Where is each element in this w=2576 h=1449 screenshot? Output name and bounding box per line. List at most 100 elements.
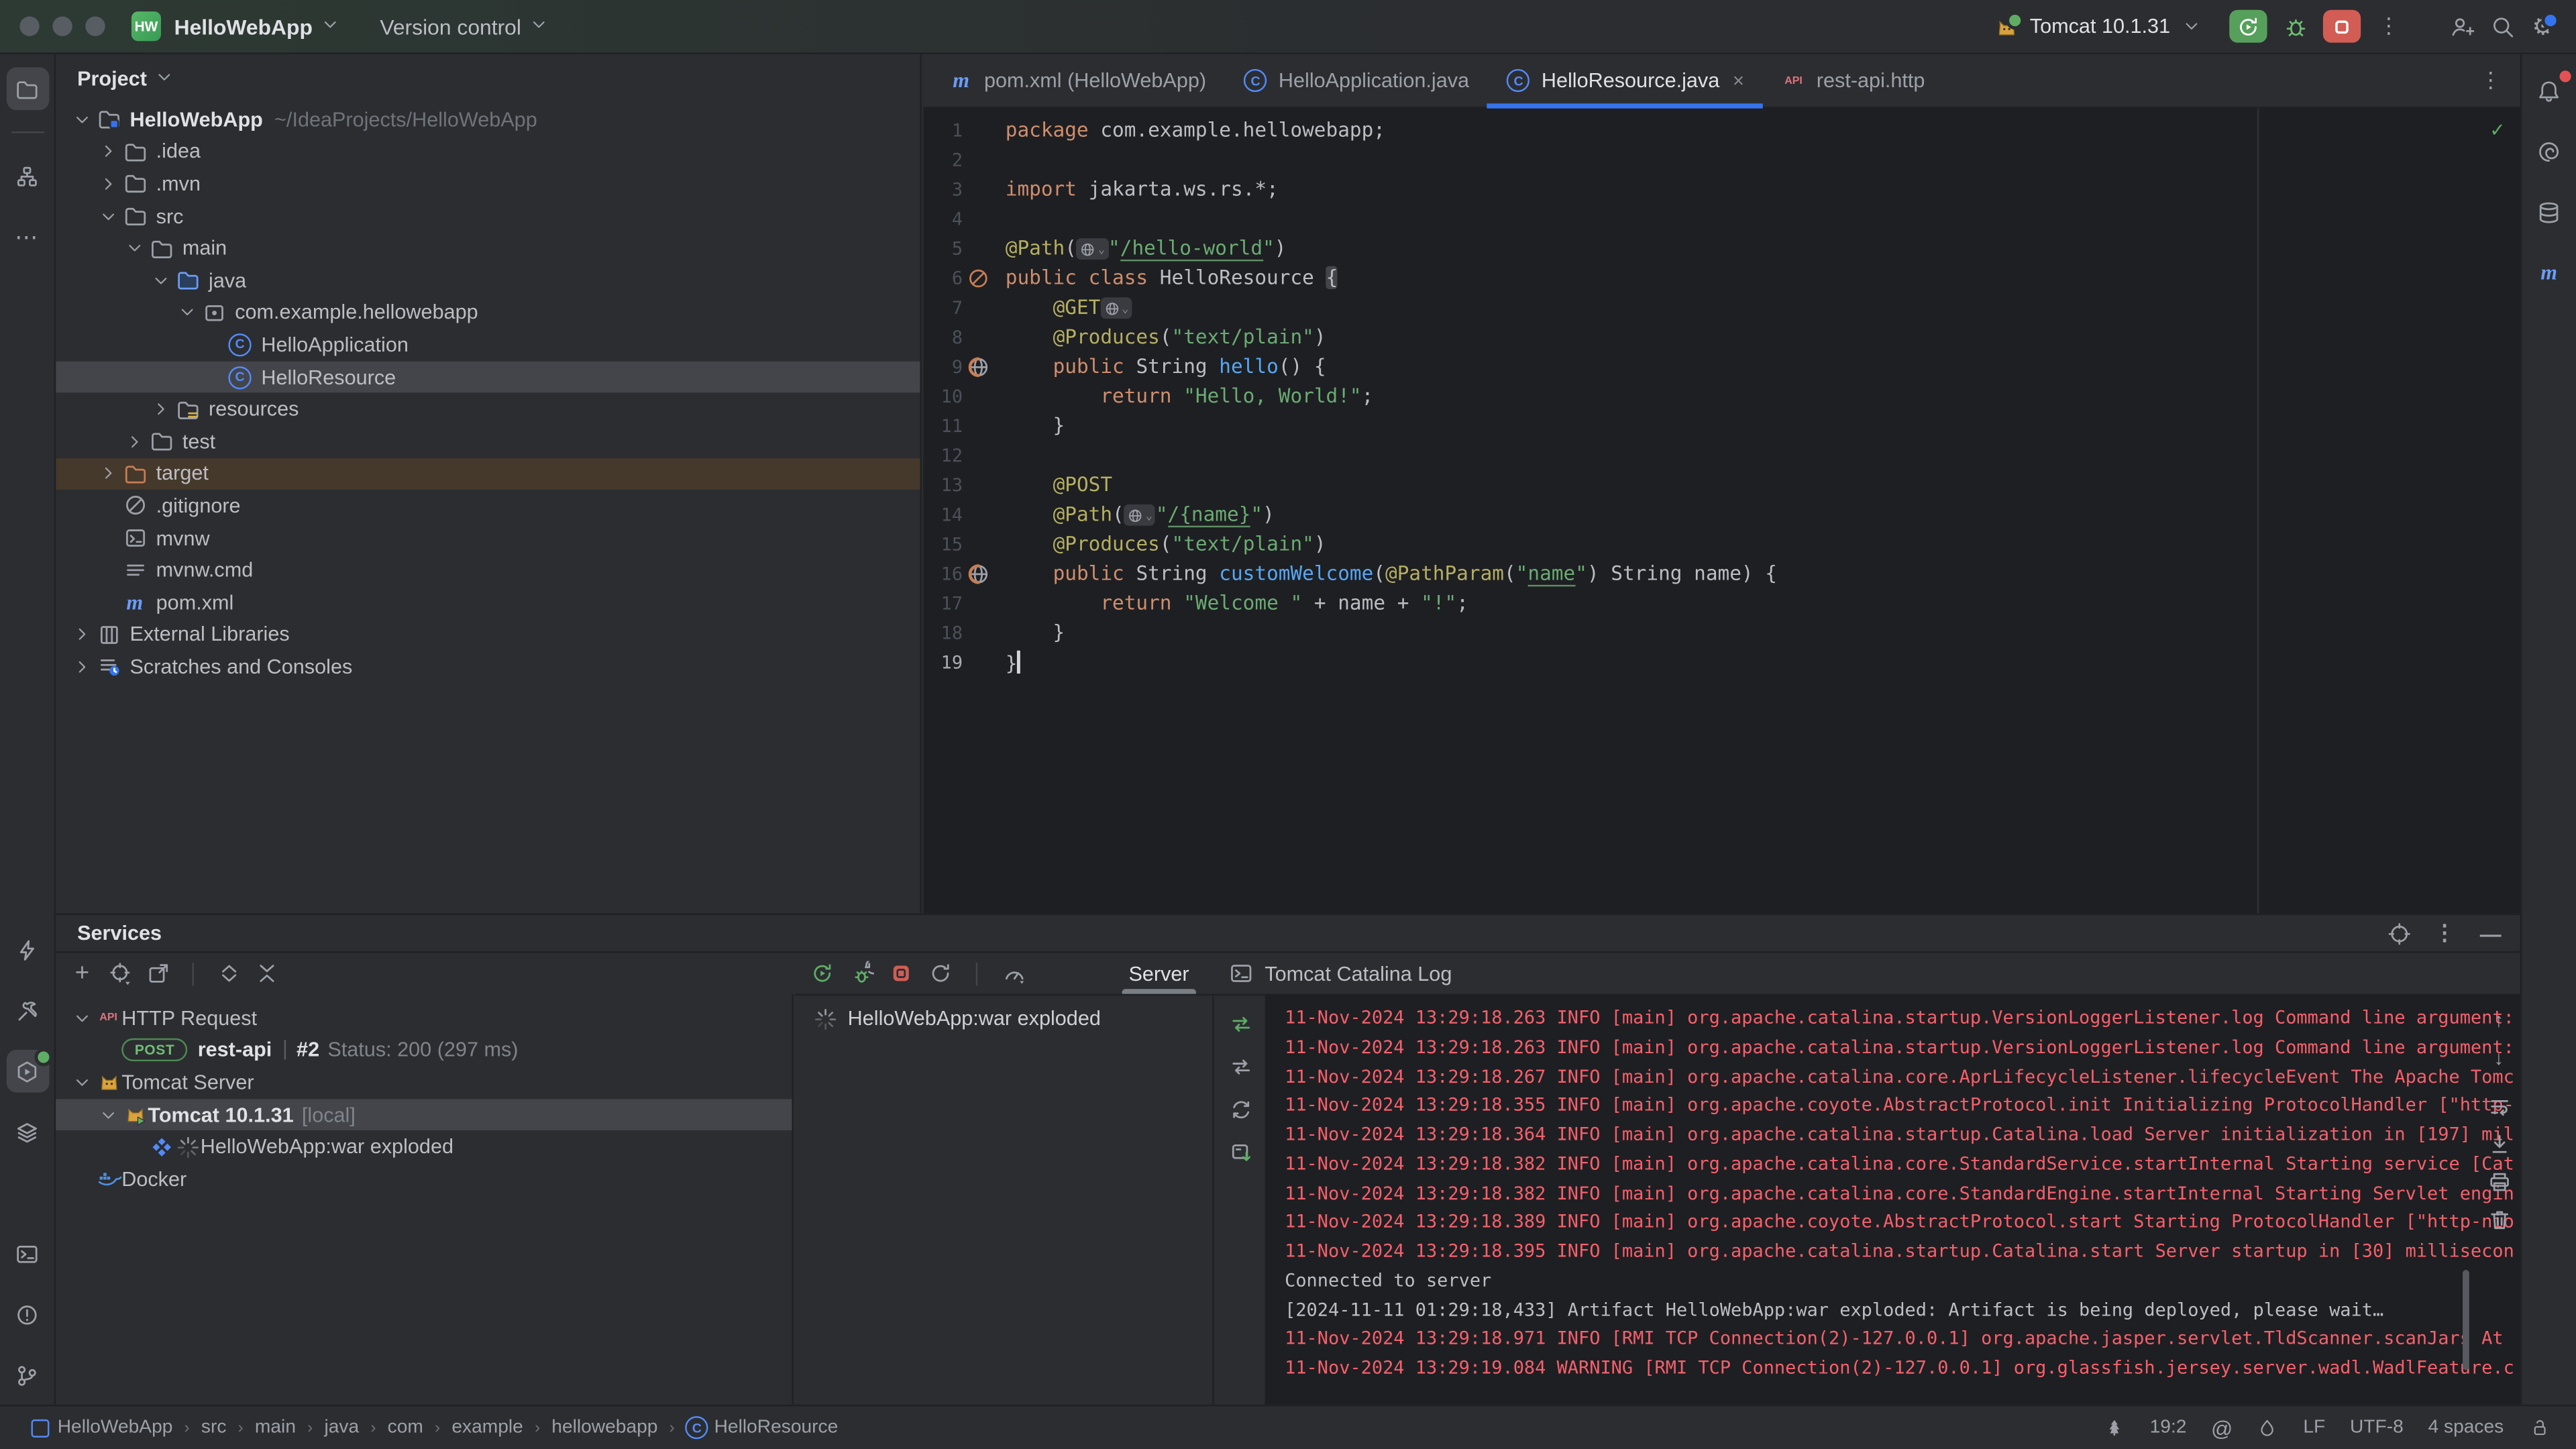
code-line-16[interactable]: 16 public String customWelcome(@PathPara… bbox=[923, 559, 2520, 588]
code-line-12[interactable]: 12 bbox=[923, 440, 2520, 470]
console-gauge-button[interactable] bbox=[1000, 960, 1026, 986]
console-wrap-button[interactable] bbox=[2485, 1093, 2512, 1119]
services-target-dd-button[interactable] bbox=[107, 960, 133, 986]
window-minimize-button[interactable] bbox=[52, 16, 72, 36]
settings-button[interactable]: ⚙ bbox=[2530, 13, 2556, 40]
run-configuration-selector[interactable]: Tomcat 10.1.31 bbox=[1994, 13, 2202, 40]
project-panel-header[interactable]: Project bbox=[56, 54, 920, 103]
code-line-17[interactable]: 17 return "Welcome " + name + "!"; bbox=[923, 588, 2520, 618]
tree-item--mvn[interactable]: .mvn bbox=[56, 168, 920, 200]
breadcrumb-item[interactable]: example bbox=[451, 1417, 523, 1437]
chevron-down-icon[interactable] bbox=[69, 109, 95, 130]
tab-pom-xml-hellowebapp-[interactable]: mpom.xml (HelloWebApp) bbox=[930, 54, 1224, 107]
http-endpoint-gutter-icon[interactable] bbox=[965, 560, 991, 586]
rail-button-dependencies[interactable] bbox=[6, 1111, 49, 1154]
tree-item-test[interactable]: test bbox=[56, 425, 920, 458]
vcs-menu[interactable]: Version control bbox=[380, 14, 521, 39]
rail-button-notifications[interactable] bbox=[2528, 69, 2571, 112]
server-console[interactable]: 11-Nov-2024 13:29:18.263 INFO [main] org… bbox=[1265, 994, 2520, 1405]
more-actions-button[interactable]: ⋮ bbox=[2375, 13, 2402, 40]
console-tab-server[interactable]: Server bbox=[1116, 953, 1202, 994]
code-line-8[interactable]: 8 @Produces("text/plain") bbox=[923, 322, 2520, 352]
chevron-down-icon[interactable] bbox=[148, 270, 174, 291]
tree-item--idea[interactable]: .idea bbox=[56, 136, 920, 168]
chevron-down-icon[interactable] bbox=[95, 205, 121, 227]
rail-button-services[interactable] bbox=[6, 1050, 49, 1093]
service-item-http-request[interactable]: APIHTTP Request bbox=[56, 1002, 792, 1034]
tree-item-mvnw[interactable]: mvnw bbox=[56, 522, 920, 554]
chevron-down-icon[interactable] bbox=[121, 237, 148, 259]
breadcrumb-item[interactable]: HelloWebApp bbox=[30, 1417, 172, 1438]
tree-item-hellowebapp[interactable]: HelloWebApp~/IdeaProjects/HelloWebApp bbox=[56, 103, 920, 136]
status-widget[interactable]: @ bbox=[2211, 1417, 2233, 1438]
rail-button-version-control[interactable] bbox=[6, 1354, 49, 1397]
status-widget[interactable] bbox=[2104, 1417, 2125, 1438]
project-menu[interactable]: HelloWebApp bbox=[174, 14, 313, 39]
tab-list-button[interactable]: ⋮ bbox=[2477, 67, 2504, 93]
rail-button-run-anything[interactable] bbox=[6, 928, 49, 971]
code-line-6[interactable]: 6public class HelloResource { bbox=[923, 263, 2520, 292]
tab-rest-api-http[interactable]: APIrest-api.http bbox=[1762, 54, 1943, 107]
code-editor[interactable]: 1package com.example.hellowebapp;23impor… bbox=[923, 109, 2520, 914]
chevron-right-icon[interactable] bbox=[69, 624, 95, 645]
code-line-5[interactable]: 5@Path(⌄"/hello-world") bbox=[923, 233, 2520, 263]
status-widget-utf-8[interactable]: UTF-8 bbox=[2350, 1417, 2404, 1437]
inspection-status-icon[interactable]: ✓ bbox=[2491, 118, 2504, 143]
tree-item-pom-xml[interactable]: mpom.xml bbox=[56, 586, 920, 619]
service-item-tomcat-server[interactable]: Tomcat Server bbox=[56, 1067, 792, 1099]
rail-button-project-folder[interactable] bbox=[6, 67, 49, 110]
status-widget-lf[interactable]: LF bbox=[2303, 1417, 2325, 1437]
status-widget[interactable] bbox=[2257, 1417, 2279, 1438]
window-maximize-button[interactable] bbox=[85, 16, 105, 36]
search-everywhere-button[interactable] bbox=[2489, 13, 2515, 40]
breadcrumb-item[interactable]: com bbox=[388, 1417, 423, 1437]
code-line-4[interactable]: 4 bbox=[923, 204, 2520, 233]
chevron-right-icon[interactable] bbox=[148, 398, 174, 420]
console-rerun-debug-button[interactable] bbox=[848, 960, 874, 986]
deploy-green-button[interactable] bbox=[1227, 1010, 1253, 1036]
rail-button-build[interactable] bbox=[6, 989, 49, 1032]
console-down-button[interactable]: ↓ bbox=[2485, 1045, 2512, 1071]
tree-item-helloresource[interactable]: CHelloResource bbox=[56, 361, 920, 393]
jaxrs-resource-gutter-icon[interactable] bbox=[965, 264, 991, 290]
rail-button-terminal[interactable] bbox=[6, 1232, 49, 1275]
http-endpoint-gutter-icon[interactable] bbox=[965, 354, 991, 380]
code-line-18[interactable]: 18 } bbox=[923, 618, 2520, 647]
console-scroll-end-button[interactable] bbox=[2485, 1130, 2512, 1157]
code-line-2[interactable]: 2 bbox=[923, 145, 2520, 174]
rail-button-maven[interactable]: m bbox=[2528, 252, 2571, 294]
services-open-new-button[interactable] bbox=[145, 960, 171, 986]
breadcrumb-item[interactable]: main bbox=[255, 1417, 296, 1437]
chevron-right-icon[interactable] bbox=[95, 141, 121, 162]
tree-item-com-example-hellowebapp[interactable]: com.example.hellowebapp bbox=[56, 297, 920, 329]
services-expand-all-button[interactable] bbox=[215, 960, 241, 986]
chevron-right-icon[interactable] bbox=[95, 463, 121, 484]
url-inlay-chip[interactable]: ⌄ bbox=[1100, 298, 1132, 319]
services-hide-button[interactable]: — bbox=[2477, 920, 2504, 946]
console-scrollbar[interactable] bbox=[2463, 1270, 2469, 1370]
console-stop-red-button[interactable] bbox=[887, 960, 913, 986]
rail-button-more-tools[interactable]: ⋯ bbox=[6, 215, 49, 258]
code-line-1[interactable]: 1package com.example.hellowebapp; bbox=[923, 115, 2520, 144]
rail-button-ai-assistant[interactable] bbox=[2528, 129, 2571, 172]
code-line-9[interactable]: 9 public String hello() { bbox=[923, 352, 2520, 381]
code-line-13[interactable]: 13 @POST bbox=[923, 470, 2520, 499]
url-inlay-chip[interactable]: ⌄ bbox=[1124, 504, 1156, 526]
code-with-me-button[interactable] bbox=[2448, 13, 2474, 40]
code-line-7[interactable]: 7 @GET⌄ bbox=[923, 292, 2520, 322]
window-close-button[interactable] bbox=[19, 16, 39, 36]
status-widget-19-2[interactable]: 19:2 bbox=[2150, 1417, 2187, 1437]
chevron-right-icon[interactable] bbox=[95, 173, 121, 195]
services-target-button[interactable] bbox=[2385, 920, 2412, 946]
breadcrumb-item[interactable]: java bbox=[324, 1417, 359, 1437]
rail-button-find[interactable] bbox=[6, 1171, 49, 1214]
code-line-19[interactable]: 19} bbox=[923, 647, 2520, 677]
rail-button-database[interactable] bbox=[2528, 191, 2571, 233]
tree-item-helloapplication[interactable]: CHelloApplication bbox=[56, 329, 920, 361]
console-refresh-button[interactable] bbox=[926, 960, 953, 986]
console-rerun-svc-button[interactable] bbox=[808, 960, 835, 986]
tree-item-target[interactable]: target bbox=[56, 458, 920, 490]
code-line-14[interactable]: 14 @Path(⌄"/{name}") bbox=[923, 499, 2520, 529]
tab-helloresource-java[interactable]: CHelloResource.java× bbox=[1487, 54, 1762, 107]
close-tab-icon[interactable]: × bbox=[1733, 69, 1744, 92]
